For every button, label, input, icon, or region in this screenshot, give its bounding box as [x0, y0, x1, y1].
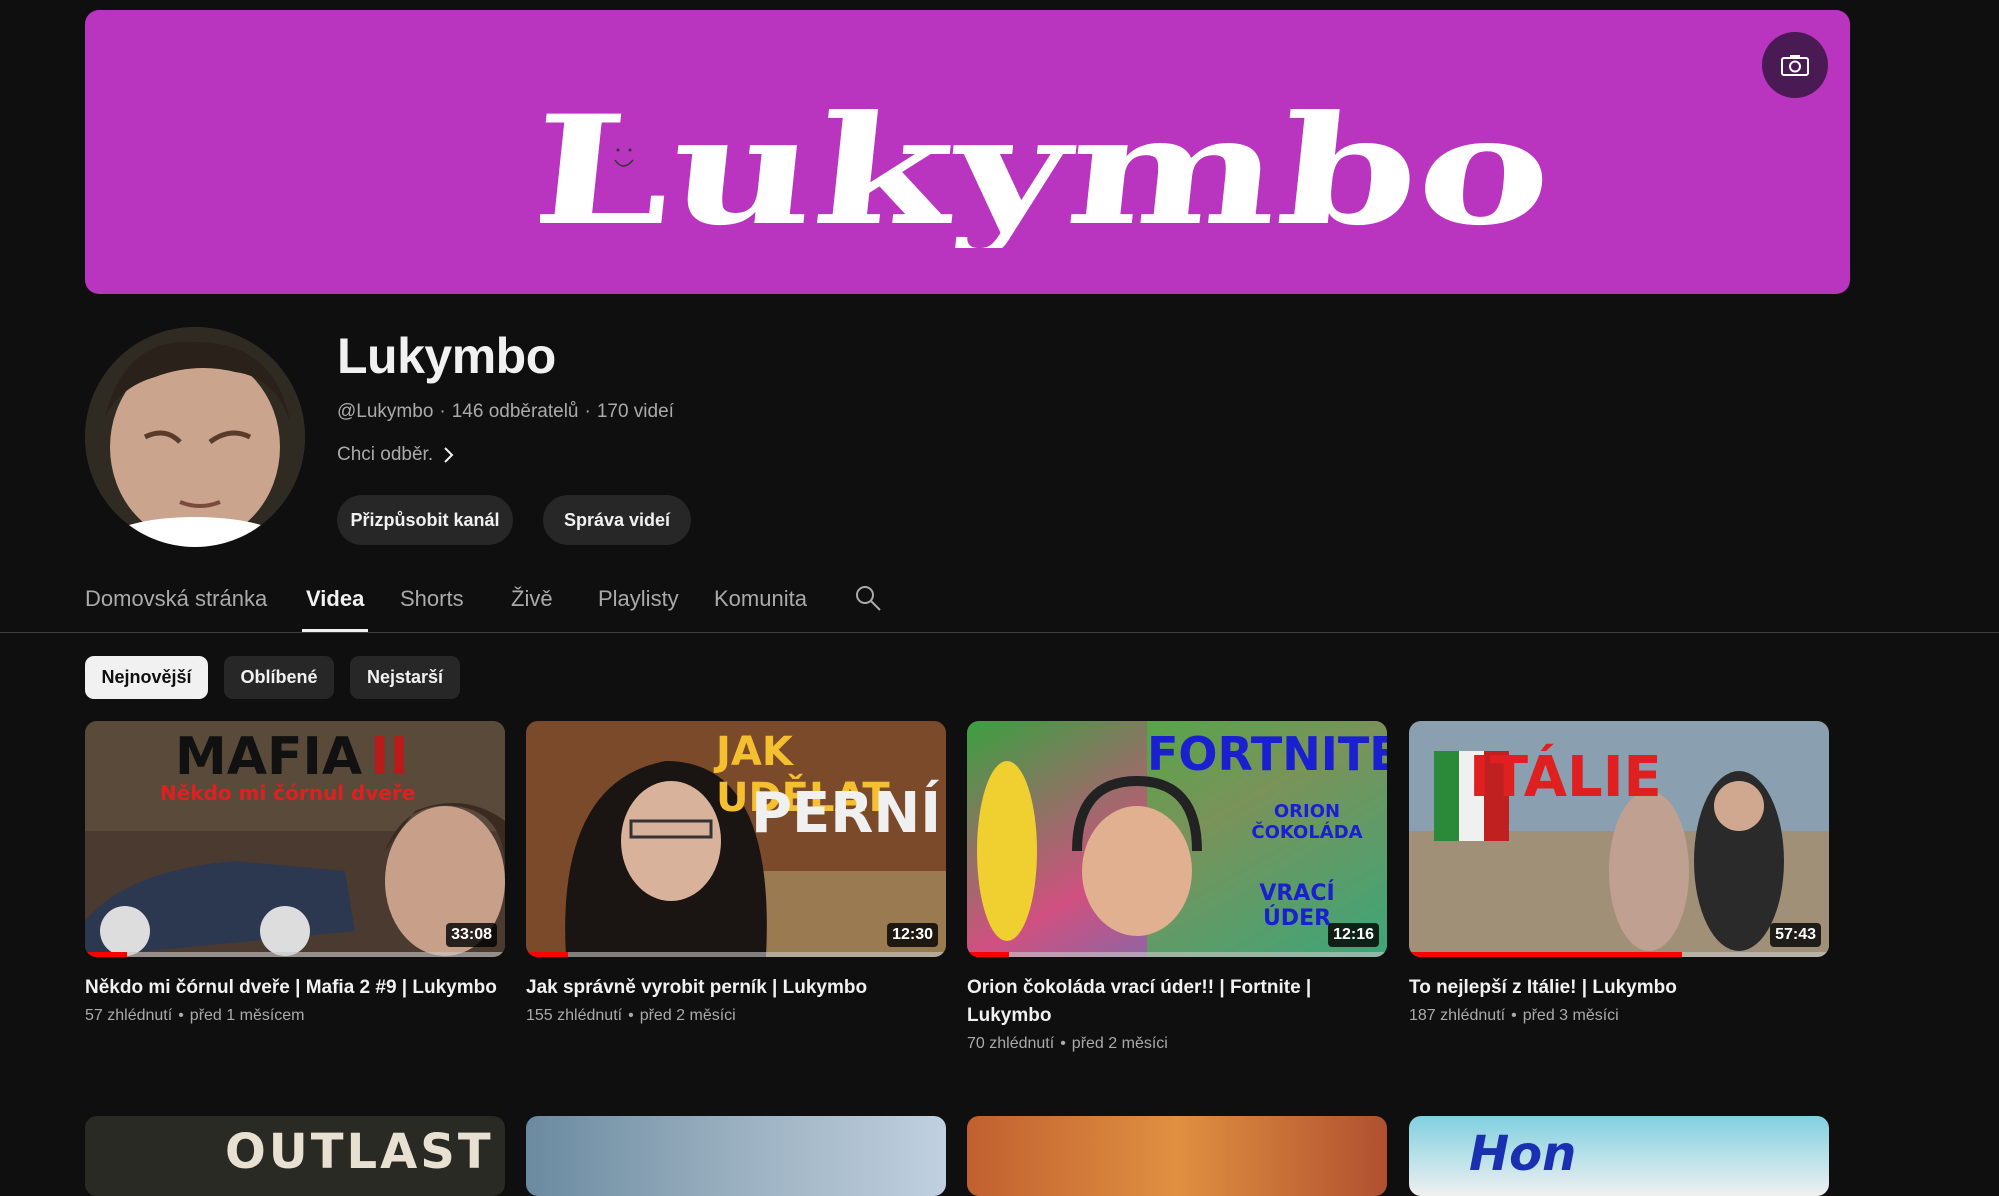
upload-age: před 2 měsíci: [639, 1007, 736, 1024]
tab-search-icon[interactable]: [854, 584, 882, 630]
video-thumbnail[interactable]: Hon: [1409, 1116, 1829, 1196]
description-text: Chci odběr.: [337, 444, 434, 465]
tab-community[interactable]: Komunita: [714, 586, 807, 632]
video-card[interactable]: FORTNITE ORION ČOKOLÁDA VRACÍ ÚDER 12:16…: [967, 721, 1387, 1053]
view-count: 187 zhlédnutí: [1409, 1007, 1506, 1024]
video-duration: 57:43: [1770, 923, 1821, 947]
watch-progress: [1409, 952, 1829, 957]
video-thumbnail[interactable]: JAK UDĚLAT PERNÍK 12:30: [526, 721, 946, 957]
video-meta: 155 zhlédnutí • před 2 měsíci: [526, 1007, 736, 1024]
video-duration: 12:30: [887, 923, 938, 947]
tab-playlists[interactable]: Playlisty: [598, 586, 679, 632]
banner-logo: Lukymbo: [540, 88, 1560, 248]
video-duration: 12:16: [1328, 923, 1379, 947]
video-thumbnail[interactable]: [967, 1116, 1387, 1196]
upload-age: před 2 měsíci: [1071, 1035, 1168, 1052]
thumb-title-numeral: II: [370, 727, 409, 787]
thumb-subtitle: ORION ČOKOLÁDA: [1251, 801, 1363, 843]
tab-live[interactable]: Živě: [511, 586, 553, 632]
watch-progress: [967, 952, 1387, 957]
video-title[interactable]: Někdo mi čórnul dveře | Mafia 2 #9 | Luk…: [85, 974, 505, 1002]
upload-age: před 3 měsíci: [1522, 1007, 1619, 1024]
chip-newest[interactable]: Nejnovější: [85, 656, 208, 699]
video-card[interactable]: MAFIA II Někdo mi čórnul dveře 33:08 Něk…: [85, 721, 505, 1025]
video-thumbnail[interactable]: OUTLAST: [85, 1116, 505, 1196]
tab-home[interactable]: Domovská stránka: [85, 586, 267, 632]
channel-banner: Lukymbo: [85, 10, 1850, 294]
video-thumbnail[interactable]: MAFIA II Někdo mi čórnul dveře 33:08: [85, 721, 505, 957]
video-card[interactable]: JAK UDĚLAT PERNÍK 12:30 Jak správně vyro…: [526, 721, 946, 1025]
video-thumbnail[interactable]: [526, 1116, 946, 1196]
video-card[interactable]: ITÁLIE 57:43 To nejlepší z Itálie! | Luk…: [1409, 721, 1829, 1025]
video-count: 170 videí: [596, 401, 674, 422]
subscriber-count: 146 odběratelů: [451, 401, 579, 422]
channel-name: Lukymbo: [337, 328, 556, 384]
thumb-title: ITÁLIE: [1469, 745, 1662, 810]
chip-oldest[interactable]: Nejstarší: [350, 656, 460, 699]
channel-description[interactable]: Chci odběr.: [337, 444, 455, 466]
video-meta: 187 zhlédnutí • před 3 měsíci: [1409, 1007, 1619, 1024]
channel-avatar[interactable]: [85, 327, 305, 547]
video-thumbnail[interactable]: FORTNITE ORION ČOKOLÁDA VRACÍ ÚDER 12:16: [967, 721, 1387, 957]
tab-videos[interactable]: Videa: [301, 586, 369, 632]
view-count: 155 zhlédnutí: [526, 1007, 623, 1024]
channel-tabs: Domovská stránka Videa Shorts Živě Playl…: [0, 572, 1999, 633]
manage-videos-button[interactable]: Správa videí: [543, 495, 691, 545]
thumb-title: OUTLAST: [225, 1124, 494, 1180]
channel-handle: @Lukymbo: [337, 401, 434, 422]
thumb-subtitle: PERNÍK: [751, 781, 946, 846]
video-thumbnail[interactable]: ITÁLIE 57:43: [1409, 721, 1829, 957]
edit-banner-camera-icon[interactable]: [1762, 32, 1828, 98]
watch-progress: [85, 952, 505, 957]
view-count: 70 zhlédnutí: [967, 1035, 1055, 1052]
channel-meta: @Lukymbo · 146 odběratelů · 170 videí: [337, 401, 674, 422]
tab-shorts[interactable]: Shorts: [400, 586, 464, 632]
video-meta: 70 zhlédnutí • před 2 měsíci: [967, 1035, 1168, 1052]
video-title[interactable]: Orion čokoláda vrací úder!! | Fortnite |…: [967, 974, 1387, 1030]
banner-logo-text: Lukymbo: [540, 88, 1560, 248]
thumb-title: FORTNITE: [1147, 727, 1387, 781]
chevron-right-icon: [444, 447, 454, 463]
thumb-subtitle: Někdo mi čórnul dveře: [160, 781, 416, 805]
video-meta: 57 zhlédnutí • před 1 měsícem: [85, 1007, 305, 1024]
chip-popular[interactable]: Oblíbené: [224, 656, 334, 699]
video-title[interactable]: To nejlepší z Itálie! | Lukymbo: [1409, 974, 1829, 1002]
watch-progress: [526, 952, 946, 957]
customize-channel-button[interactable]: Přizpůsobit kanál: [337, 495, 513, 545]
thumb-title: MAFIA: [175, 727, 363, 787]
video-title[interactable]: Jak správně vyrobit perník | Lukymbo: [526, 974, 946, 1002]
upload-age: před 1 měsícem: [189, 1007, 305, 1024]
view-count: 57 zhlédnutí: [85, 1007, 173, 1024]
video-duration: 33:08: [446, 923, 497, 947]
